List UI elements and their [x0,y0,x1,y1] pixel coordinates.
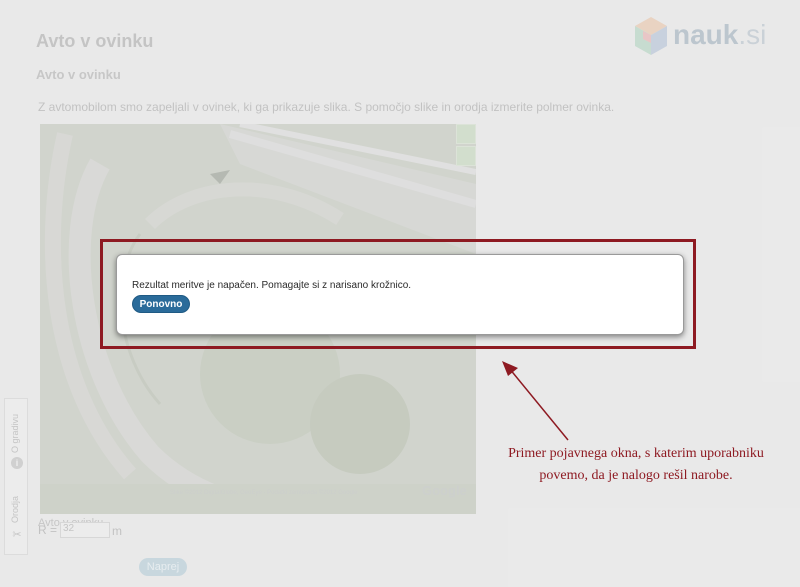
annotation-text: Primer pojavnega okna, s katerim uporabn… [476,443,796,487]
annotation-line-1: Primer pojavnega okna, s katerim uporabn… [508,446,764,461]
annotation-line-2: povemo, da je nalogo rešil narobe. [539,468,733,483]
callout-arrow-icon [502,361,569,441]
